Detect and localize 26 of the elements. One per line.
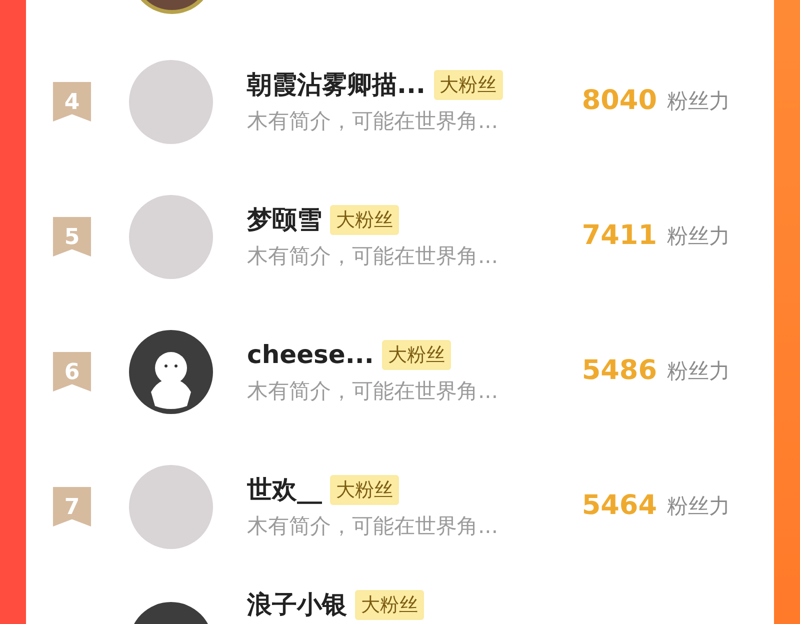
fan-level-badge: 大粉丝 bbox=[434, 70, 502, 100]
fan-level-badge: 大粉丝 bbox=[355, 590, 424, 620]
user-name: 世欢__ bbox=[247, 474, 322, 506]
user-name: 朝霞沾雾卿描... bbox=[247, 69, 426, 101]
user-bio: 木有简介，可能在世界角... bbox=[247, 108, 500, 134]
score-unit: 粉丝力 bbox=[667, 222, 730, 250]
fan-level-badge: 大粉丝 bbox=[382, 340, 451, 370]
rank-badge: 4 bbox=[53, 82, 91, 122]
fan-score: 5486 bbox=[582, 354, 657, 388]
score-unit: 粉丝力 bbox=[667, 492, 730, 520]
score-unit: 粉丝力 bbox=[667, 358, 730, 385]
fan-score: 5464 bbox=[582, 489, 657, 524]
rank-badge: 7 bbox=[53, 486, 91, 526]
user-bio: 木有简介，可能在世界角... bbox=[247, 378, 500, 404]
rank-badge: 5 bbox=[53, 216, 91, 256]
fan-score: 7411 bbox=[582, 219, 657, 254]
user-name: 梦颐雪 bbox=[247, 204, 322, 236]
fan-level-badge: 大粉丝 bbox=[330, 204, 399, 235]
user-name: 浪子小银 bbox=[247, 589, 347, 621]
fan-level-badge: 大粉丝 bbox=[330, 474, 399, 505]
user-name: cheese... bbox=[247, 339, 374, 371]
score-unit: 粉丝力 bbox=[667, 88, 730, 115]
user-bio: 木有简介，可能在世界角... bbox=[247, 242, 500, 270]
fan-score: 8040 bbox=[582, 84, 657, 118]
user-bio: 木有简介，可能在世界角... bbox=[247, 512, 500, 540]
rank-badge: 6 bbox=[53, 352, 91, 392]
